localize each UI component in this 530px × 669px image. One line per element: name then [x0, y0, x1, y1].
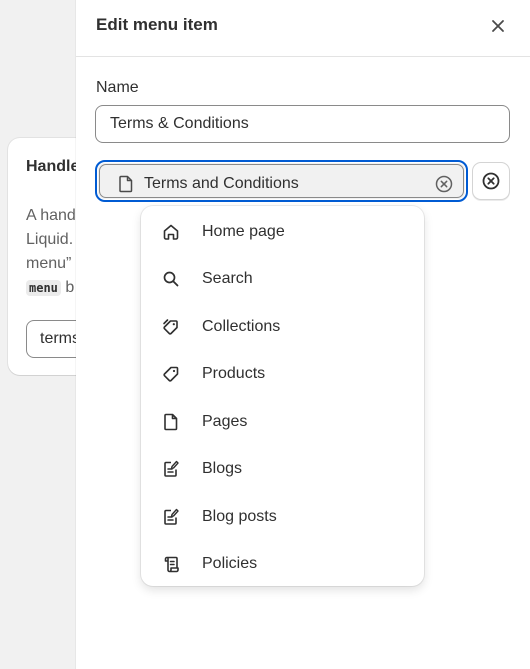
- circle-x-icon: [482, 172, 500, 190]
- name-label: Name: [96, 79, 139, 96]
- dropdown-item-label: Search: [202, 270, 253, 288]
- link-field-inner: Terms and Conditions: [99, 164, 464, 198]
- home-icon: [163, 224, 179, 240]
- policy-icon: [164, 556, 179, 573]
- tag-icon: [163, 366, 179, 382]
- dropdown-item-pages[interactable]: Pages: [141, 398, 424, 446]
- dropdown-item-label: Collections: [202, 317, 281, 335]
- dropdown-item-label: Blogs: [202, 460, 243, 478]
- dropdown-item-label: Pages: [202, 412, 248, 430]
- collections-icon: [163, 318, 178, 335]
- page-icon: [164, 413, 178, 431]
- menu-code: menu: [26, 280, 61, 296]
- handle-card-title: Handle: [26, 158, 80, 175]
- close-button[interactable]: [486, 14, 510, 38]
- blog-icon: [164, 461, 179, 478]
- link-field[interactable]: Terms and Conditions: [95, 160, 468, 202]
- close-icon: [492, 20, 504, 32]
- drawer-title: Edit menu item: [96, 15, 218, 34]
- blog-post-icon: [164, 508, 179, 525]
- page-icon: [119, 175, 133, 193]
- search-icon: [163, 271, 179, 287]
- dropdown-item-search[interactable]: Search: [141, 256, 424, 304]
- name-input[interactable]: [95, 105, 510, 143]
- link-value: Terms and Conditions: [144, 175, 299, 192]
- dropdown-item-home-page[interactable]: Home page: [141, 208, 424, 256]
- drawer-header: Edit menu item: [76, 0, 530, 57]
- dropdown-item-label: Products: [202, 365, 266, 383]
- dropdown-item-blogs[interactable]: Blogs: [141, 446, 424, 494]
- description-line-tail: b: [65, 279, 75, 296]
- link-type-dropdown: Home page Search Collections Products Pa…: [141, 206, 424, 586]
- dropdown-item-blog-posts[interactable]: Blog posts: [141, 493, 424, 541]
- dropdown-item-label: Blog posts: [202, 507, 277, 525]
- dropdown-item-products[interactable]: Products: [141, 351, 424, 399]
- clear-link-icon[interactable]: [434, 174, 454, 194]
- dropdown-item-label: Home page: [202, 222, 285, 240]
- dropdown-item-collections[interactable]: Collections: [141, 303, 424, 351]
- dropdown-item-policies[interactable]: Policies: [141, 541, 424, 589]
- dropdown-item-label: Policies: [202, 555, 258, 573]
- remove-link-button[interactable]: [472, 162, 510, 200]
